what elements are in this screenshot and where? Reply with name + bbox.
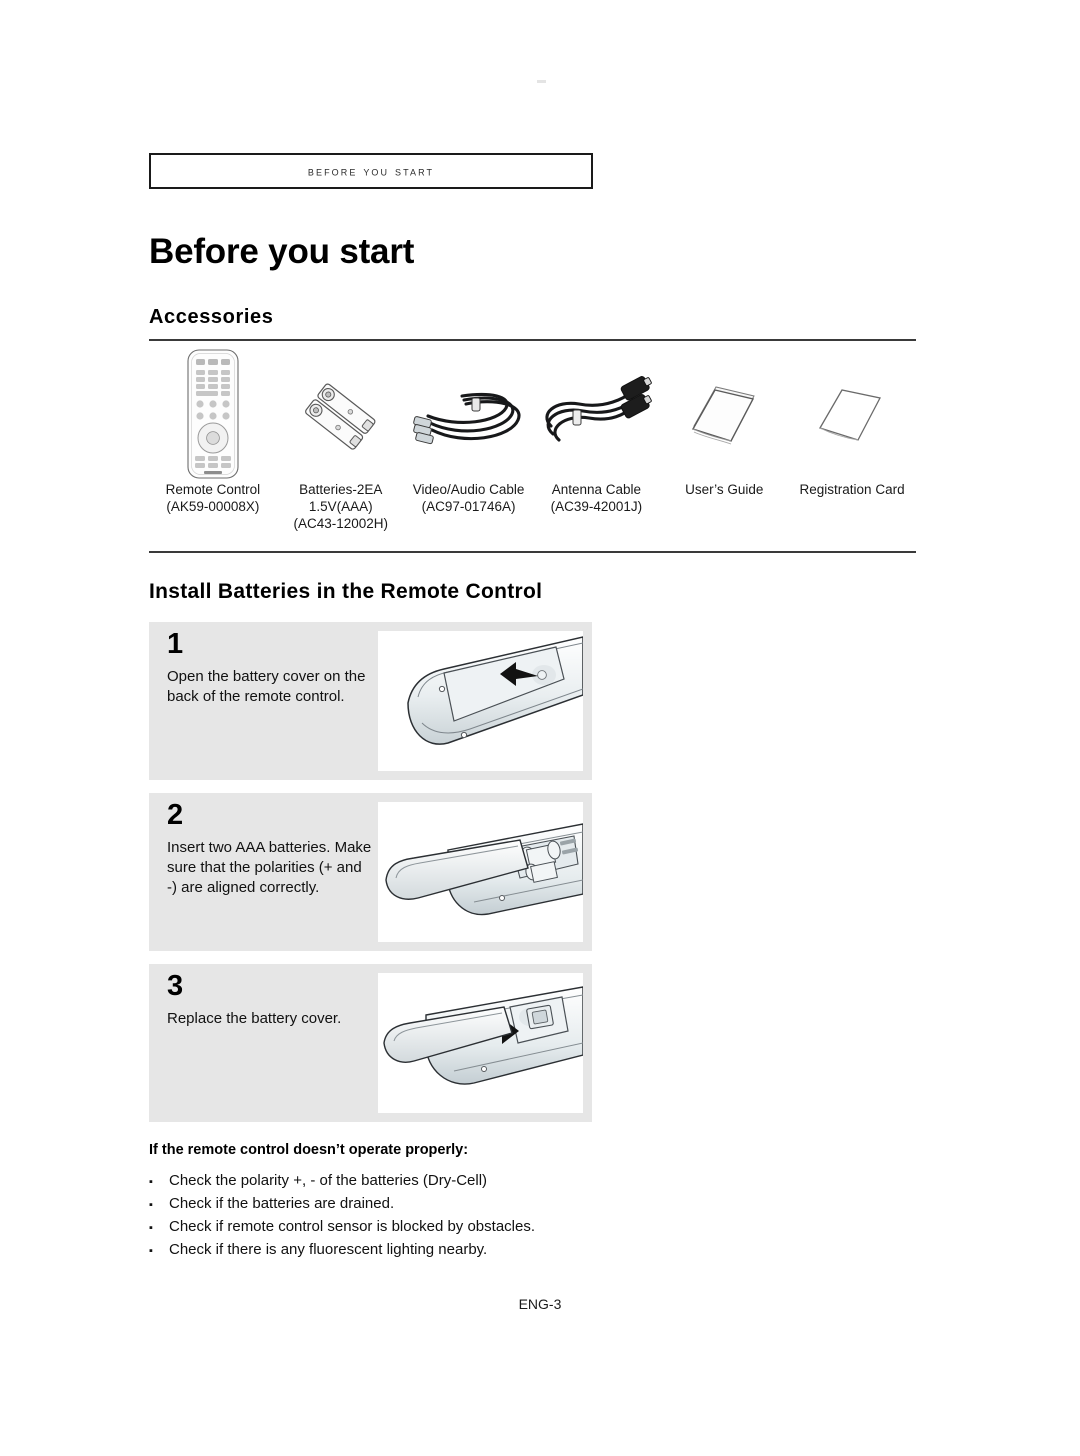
accessory-name: Batteries-2EA bbox=[299, 482, 383, 497]
install-step-2: 2 Insert two AAA batteries. Make sure th… bbox=[149, 793, 592, 951]
list-item: ▪ Check if the batteries are drained. bbox=[149, 1193, 849, 1216]
remote-cover-replace-illustration bbox=[378, 973, 583, 1113]
install-step-3: 3 Replace the battery cover. bbox=[149, 964, 592, 1122]
step-number: 3 bbox=[167, 970, 184, 1002]
accessory-item: Batteries-2EA 1.5V(AAA) (AC43-12002H) bbox=[277, 346, 405, 532]
list-item-text: Check if the batteries are drained. bbox=[169, 1195, 395, 1212]
accessory-code-2: (AC43-12002H) bbox=[293, 516, 389, 531]
troubleshooting-title: If the remote control doesn’t operate pr… bbox=[149, 1142, 469, 1158]
running-header-box: Before you start bbox=[149, 153, 593, 189]
accessories-list: Remote Control (AK59-00008X) Batteries-2… bbox=[149, 346, 916, 546]
accessory-item: Antenna Cable (AC39-42001J) bbox=[532, 346, 660, 515]
step-text: Open the battery cover on the back of th… bbox=[167, 668, 366, 705]
list-item: ▪ Check if remote control sensor is bloc… bbox=[149, 1216, 849, 1239]
accessory-item: Registration Card bbox=[788, 346, 916, 498]
accessory-item: Video/Audio Cable (AC97-01746A) bbox=[405, 346, 533, 515]
list-item: ▪ Check if there is any fluorescent ligh… bbox=[149, 1239, 849, 1262]
accessory-name: Antenna Cable bbox=[551, 482, 642, 497]
page-title: Before you start bbox=[149, 232, 415, 271]
bullet-icon: ▪ bbox=[149, 1199, 153, 1211]
troubleshooting-list: ▪ Check the polarity +, - of the batteri… bbox=[149, 1170, 849, 1262]
accessory-code: (AC39-42001J) bbox=[550, 499, 643, 514]
section-title-accessories: Accessories bbox=[149, 306, 274, 328]
accessory-name: Registration Card bbox=[799, 482, 905, 497]
scan-artifact bbox=[537, 80, 546, 83]
users-guide-icon bbox=[660, 346, 788, 481]
batteries-icon bbox=[277, 346, 405, 481]
remote-battery-compartment-illustration bbox=[378, 802, 583, 942]
page-footer: ENG-3 bbox=[518, 1296, 562, 1312]
list-item-text: Check the polarity +, - of the batteries… bbox=[169, 1172, 488, 1189]
section-title-install-batteries: Install Batteries in the Remote Control bbox=[149, 580, 543, 603]
list-item: ▪ Check the polarity +, - of the batteri… bbox=[149, 1170, 849, 1193]
video-audio-cable-icon bbox=[405, 346, 533, 481]
step-text: Insert two AAA batteries. Make sure that… bbox=[167, 839, 372, 896]
step-number: 2 bbox=[167, 799, 184, 831]
registration-card-icon bbox=[788, 346, 916, 481]
list-item-text: Check if remote control sensor is blocke… bbox=[169, 1218, 535, 1235]
accessory-item: User’s Guide bbox=[660, 346, 788, 498]
antenna-cable-icon bbox=[532, 346, 660, 481]
bullet-icon: ▪ bbox=[149, 1222, 153, 1234]
list-item-text: Check if there is any fluorescent lighti… bbox=[169, 1241, 488, 1258]
manual-page: Before you start Before you start Access… bbox=[0, 0, 1080, 1456]
accessory-item: Remote Control (AK59-00008X) bbox=[149, 346, 277, 515]
bullet-icon: ▪ bbox=[149, 1176, 153, 1188]
accessory-name: User’s Guide bbox=[685, 482, 764, 497]
accessory-code: 1.5V(AAA) bbox=[308, 499, 373, 514]
accessories-rule-top bbox=[149, 339, 916, 341]
step-text: Replace the battery cover. bbox=[167, 1010, 342, 1027]
install-step-1: 1 Open the battery cover on the back of … bbox=[149, 622, 592, 780]
remote-back-cover-closed-illustration bbox=[378, 631, 583, 771]
accessory-code: (AK59-00008X) bbox=[166, 499, 260, 514]
remote-control-icon bbox=[149, 346, 277, 481]
running-header-label: Before you start bbox=[307, 163, 435, 179]
accessory-name: Video/Audio Cable bbox=[412, 482, 525, 497]
bullet-icon: ▪ bbox=[149, 1245, 153, 1257]
step-number: 1 bbox=[167, 628, 184, 660]
accessory-code: (AC97-01746A) bbox=[421, 499, 516, 514]
accessory-name: Remote Control bbox=[165, 482, 261, 497]
accessories-rule-bottom bbox=[149, 551, 916, 553]
